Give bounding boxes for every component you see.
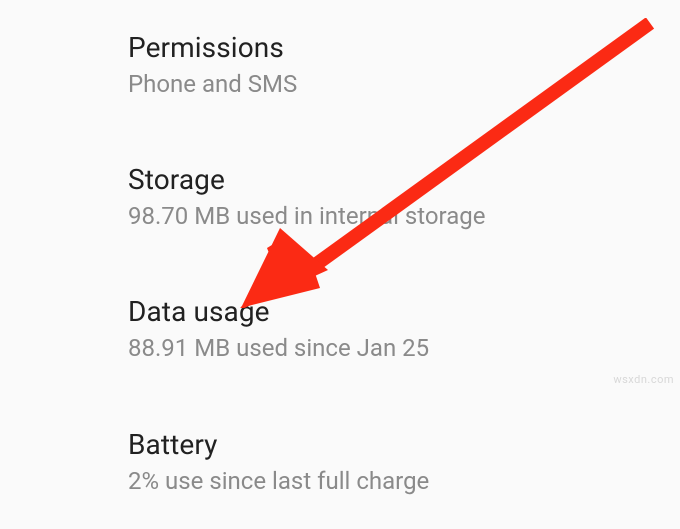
settings-list: Permissions Phone and SMS Storage 98.70 … bbox=[0, 0, 680, 529]
item-subtitle: 98.70 MB used in internal storage bbox=[128, 201, 680, 232]
settings-item-battery[interactable]: Battery 2% use since last full charge bbox=[128, 397, 680, 529]
item-title: Data usage bbox=[128, 294, 680, 329]
settings-item-storage[interactable]: Storage 98.70 MB used in internal storag… bbox=[128, 132, 680, 264]
watermark: wsxdn.com bbox=[613, 373, 674, 386]
item-subtitle: 88.91 MB used since Jan 25 bbox=[128, 333, 680, 364]
item-subtitle: 2% use since last full charge bbox=[128, 466, 680, 497]
settings-item-permissions[interactable]: Permissions Phone and SMS bbox=[128, 0, 680, 132]
settings-item-data-usage[interactable]: Data usage 88.91 MB used since Jan 25 bbox=[128, 264, 680, 396]
item-subtitle: Phone and SMS bbox=[128, 69, 680, 100]
item-title: Permissions bbox=[128, 30, 680, 65]
item-title: Storage bbox=[128, 162, 680, 197]
item-title: Battery bbox=[128, 427, 680, 462]
